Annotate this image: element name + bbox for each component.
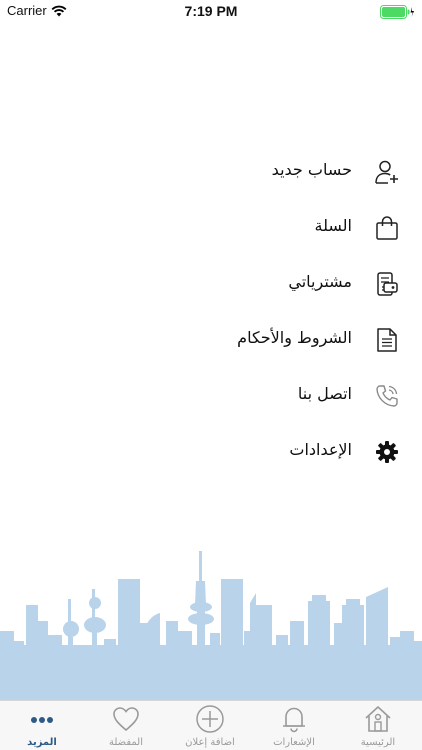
tab-favorites[interactable]: المفضلة xyxy=(84,701,168,750)
tab-add-ad[interactable]: اضافة إعلان xyxy=(168,701,252,750)
menu-item-cart[interactable]: السلة xyxy=(0,200,422,256)
more-dots-icon xyxy=(31,717,53,723)
tab-label: الرئيسية xyxy=(360,737,396,748)
tab-label: اضافة إعلان xyxy=(185,737,235,748)
menu-item-terms[interactable]: الشروط والأحكام xyxy=(0,312,422,368)
tab-more[interactable]: المزيد xyxy=(0,701,84,750)
menu-item-purchases[interactable]: مشترياتي xyxy=(0,256,422,312)
add-circle-icon xyxy=(196,705,224,733)
battery-icon xyxy=(380,5,414,19)
shopping-bag-icon xyxy=(376,216,398,240)
clock: 7:19 PM xyxy=(184,3,238,19)
document-icon xyxy=(377,328,397,352)
bell-icon xyxy=(283,707,305,733)
tab-home[interactable]: الرئيسية xyxy=(336,701,420,750)
tab-notifications[interactable]: الإشعارات xyxy=(252,701,336,750)
menu-label: حساب جديد xyxy=(271,160,352,179)
tab-label: المفضلة xyxy=(108,737,143,748)
bottom-tab-bar: المزيد المفضلة اضافة إعلان الإشعارات الر… xyxy=(0,700,422,750)
menu-label: الإعدادات xyxy=(289,440,352,459)
status-bar: Carrier 7:19 PM xyxy=(0,0,422,24)
menu-label: مشترياتي xyxy=(288,272,352,291)
gear-icon xyxy=(376,441,398,463)
menu-label: السلة xyxy=(314,216,352,235)
menu-label: اتصل بنا xyxy=(297,384,352,403)
phone-icon xyxy=(376,385,398,407)
tab-label: المزيد xyxy=(27,737,57,748)
more-menu: حساب جديد السلة مشترياتي الشروط والأحكام xyxy=(0,144,422,480)
menu-label: الشروط والأحكام xyxy=(237,328,352,347)
menu-item-new-account[interactable]: حساب جديد xyxy=(0,144,422,200)
home-icon xyxy=(365,706,391,732)
tab-label: الإشعارات xyxy=(273,737,315,748)
purchases-icon xyxy=(377,272,398,296)
menu-item-contact-us[interactable]: اتصل بنا xyxy=(0,368,422,424)
city-skyline-illustration xyxy=(0,551,422,700)
add-user-icon xyxy=(375,160,398,184)
menu-item-settings[interactable]: الإعدادات xyxy=(0,424,422,480)
heart-icon xyxy=(113,707,139,732)
